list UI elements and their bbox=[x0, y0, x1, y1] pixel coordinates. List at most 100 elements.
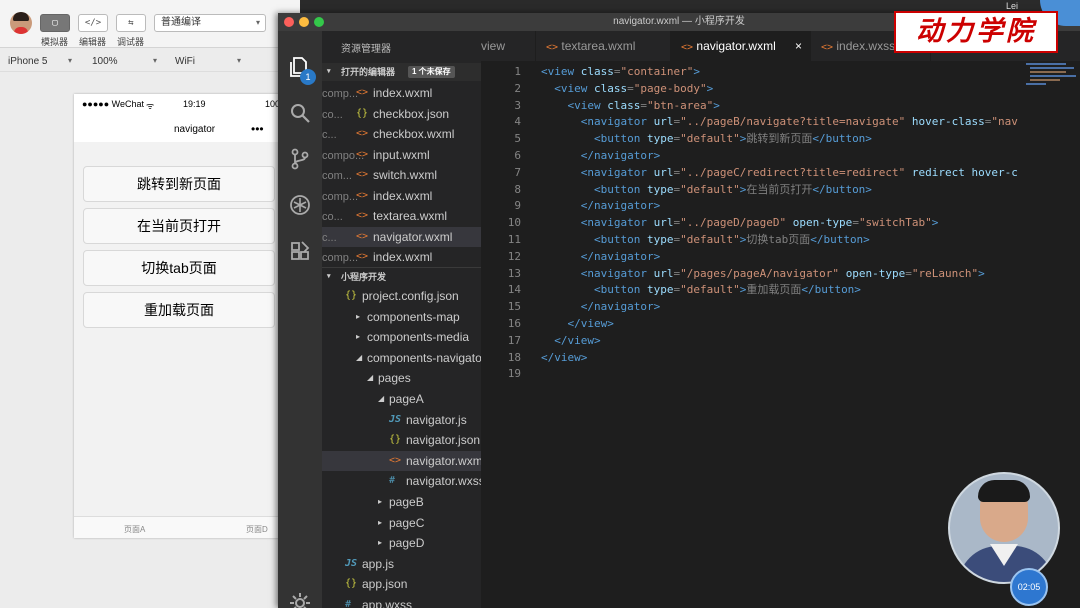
code-line[interactable]: <button type="default">重加载页面</button> bbox=[541, 281, 861, 298]
folder-item[interactable]: ▸ pageB bbox=[322, 492, 481, 512]
folder-item[interactable]: ▸ components-media bbox=[322, 327, 481, 347]
file-item[interactable]: # app.wxss bbox=[322, 595, 481, 608]
phone-status-bar: ●●●●● WeChat ᯤ 19:19 100 bbox=[74, 94, 284, 114]
editor-tab[interactable]: <> navigator.wxml × bbox=[671, 31, 811, 61]
network-select[interactable]: WiFi bbox=[175, 56, 195, 67]
editor-tab[interactable]: <> textarea.wxml bbox=[536, 31, 671, 61]
line-number: 18 bbox=[507, 350, 521, 364]
xml-file-icon: <> bbox=[356, 251, 369, 262]
relaunch-button[interactable]: 重加载页面 bbox=[83, 292, 275, 328]
chevron-right-icon: ▸ bbox=[378, 538, 383, 548]
open-editor-filename: textarea.wxml bbox=[373, 209, 448, 223]
file-item[interactable]: {} project.config.json bbox=[322, 286, 481, 306]
search-icon[interactable] bbox=[288, 101, 312, 125]
code-line[interactable]: <button type="default">跳转到新页面</button> bbox=[541, 130, 872, 147]
code-line[interactable]: </view> bbox=[541, 315, 614, 332]
code-line[interactable]: <navigator url="../pageB/navigate?title=… bbox=[541, 113, 1018, 130]
open-editor-item[interactable]: <> input.wxml compo... bbox=[322, 145, 481, 165]
avatar[interactable] bbox=[10, 12, 32, 34]
json-file-icon: {} bbox=[345, 290, 358, 301]
file-item[interactable]: <> navigator.wxml bbox=[322, 450, 481, 471]
minimize-window-button[interactable] bbox=[299, 17, 309, 27]
watermark-logo: 动力学院 bbox=[894, 11, 1058, 53]
open-editor-item[interactable]: <> index.wxml comp... bbox=[322, 247, 481, 267]
debug-icon[interactable] bbox=[288, 193, 312, 217]
close-window-button[interactable] bbox=[284, 17, 294, 27]
code-line[interactable]: </navigator> bbox=[541, 197, 660, 214]
activity-bar: 1 bbox=[278, 31, 322, 608]
tab-page-a[interactable]: 页面A bbox=[124, 524, 145, 535]
project-header[interactable]: ▾ 小程序开发 bbox=[322, 267, 481, 285]
tab-page-d[interactable]: 页面D bbox=[246, 524, 268, 535]
tree-item-label: navigator.wxml bbox=[406, 453, 481, 468]
close-icon[interactable]: × bbox=[795, 31, 802, 61]
open-editor-filename: checkbox.wxml bbox=[373, 127, 455, 141]
open-editors-header[interactable]: ▾ 打开的编辑器 1 个未保存 bbox=[322, 63, 481, 81]
tree-item-label: app.js bbox=[362, 556, 395, 571]
file-item[interactable]: JS navigator.js bbox=[322, 410, 481, 430]
open-editor-item[interactable]: {} checkbox.json co... bbox=[322, 104, 481, 124]
open-editor-item[interactable]: <> checkbox.wxml c... bbox=[322, 124, 481, 144]
code-line[interactable]: <navigator url="../pageC/redirect?title=… bbox=[541, 164, 1018, 181]
open-editor-filename: input.wxml bbox=[373, 147, 430, 162]
code-line[interactable]: <view class="container"> bbox=[541, 63, 700, 80]
open-editor-item[interactable]: <> index.wxml comp... bbox=[322, 186, 481, 206]
device-select[interactable]: iPhone 5 bbox=[8, 56, 47, 67]
nav-title: navigator bbox=[174, 124, 216, 135]
redirect-button[interactable]: 在当前页打开 bbox=[83, 208, 275, 244]
code-line[interactable]: </navigator> bbox=[541, 248, 660, 265]
more-icon[interactable]: ••• bbox=[251, 122, 264, 136]
debugger-toggle-button[interactable]: ⇆ bbox=[116, 14, 146, 32]
code-line[interactable]: </navigator> bbox=[541, 298, 660, 315]
folder-item[interactable]: ▸ pageC bbox=[322, 513, 481, 533]
line-number: 13 bbox=[507, 266, 521, 280]
project-title: 小程序开发 bbox=[341, 272, 387, 282]
open-editor-dir: co... bbox=[322, 211, 343, 223]
open-editor-item[interactable]: <> navigator.wxml c... bbox=[322, 226, 481, 247]
minimap[interactable] bbox=[1020, 61, 1080, 91]
file-item[interactable]: JS app.js bbox=[322, 554, 481, 574]
open-editor-item[interactable]: <> switch.wxml com... bbox=[322, 165, 481, 185]
maximize-window-button[interactable] bbox=[314, 17, 324, 27]
code-line[interactable]: </navigator> bbox=[541, 147, 660, 164]
code-line[interactable]: <button type="default">切换tab页面</button> bbox=[541, 231, 870, 248]
file-item[interactable]: {} app.json bbox=[322, 574, 481, 594]
line-number: 5 bbox=[514, 132, 521, 146]
code-line[interactable]: <navigator url="../pageD/pageD" open-typ… bbox=[541, 214, 939, 231]
xml-file-icon: <> bbox=[681, 42, 694, 53]
open-editor-item[interactable]: <> textarea.wxml co... bbox=[322, 206, 481, 226]
phone-simulator: ●●●●● WeChat ᯤ 19:19 100 navigator ••• 跳… bbox=[74, 94, 284, 538]
line-number: 16 bbox=[507, 317, 521, 330]
code-line[interactable]: <view class="page-body"> bbox=[541, 80, 713, 97]
xml-file-icon: <> bbox=[356, 210, 369, 221]
code-line[interactable]: <button type="default">在当前页打开</button> bbox=[541, 181, 872, 198]
navigate-new-page-button[interactable]: 跳转到新页面 bbox=[83, 166, 275, 202]
line-number: 11 bbox=[507, 233, 521, 246]
simulator-toggle-button[interactable]: ▢ bbox=[40, 14, 70, 32]
open-editor-dir: comp... bbox=[322, 252, 359, 264]
file-item[interactable]: {} navigator.json bbox=[322, 430, 481, 450]
zoom-select[interactable]: 100% bbox=[92, 56, 118, 67]
folder-item[interactable]: ◢ components-navigator bbox=[322, 348, 481, 368]
open-editor-item[interactable]: <> index.wxml comp... bbox=[322, 83, 481, 103]
compile-mode-select[interactable]: 普通编译 ▾ bbox=[154, 14, 266, 32]
code-line[interactable]: </view> bbox=[541, 349, 587, 366]
folder-item[interactable]: ◢ pageA bbox=[322, 389, 481, 409]
extensions-icon[interactable] bbox=[288, 239, 312, 263]
folder-item[interactable]: ▸ components-map bbox=[322, 307, 481, 327]
switch-tab-button[interactable]: 切换tab页面 bbox=[83, 250, 275, 286]
line-number: 12 bbox=[507, 249, 521, 263]
file-item[interactable]: # navigator.wxss bbox=[322, 471, 481, 491]
editor-toggle-button[interactable]: </> bbox=[78, 14, 108, 32]
folder-item[interactable]: ◢ pages bbox=[322, 368, 481, 388]
folder-item[interactable]: ▸ pageD bbox=[322, 533, 481, 553]
code-line[interactable]: <navigator url="/pages/pageA/navigator" … bbox=[541, 265, 985, 282]
editor-tab[interactable]: view bbox=[481, 31, 536, 61]
source-control-icon[interactable] bbox=[288, 147, 312, 171]
tab-label: view bbox=[481, 39, 506, 53]
tree-item-label: pageC bbox=[389, 515, 425, 530]
code-line[interactable]: </view> bbox=[541, 332, 600, 349]
gear-icon[interactable] bbox=[288, 591, 312, 608]
xml-file-icon: <> bbox=[821, 42, 834, 53]
code-line[interactable]: <view class="btn-area"> bbox=[541, 97, 720, 114]
